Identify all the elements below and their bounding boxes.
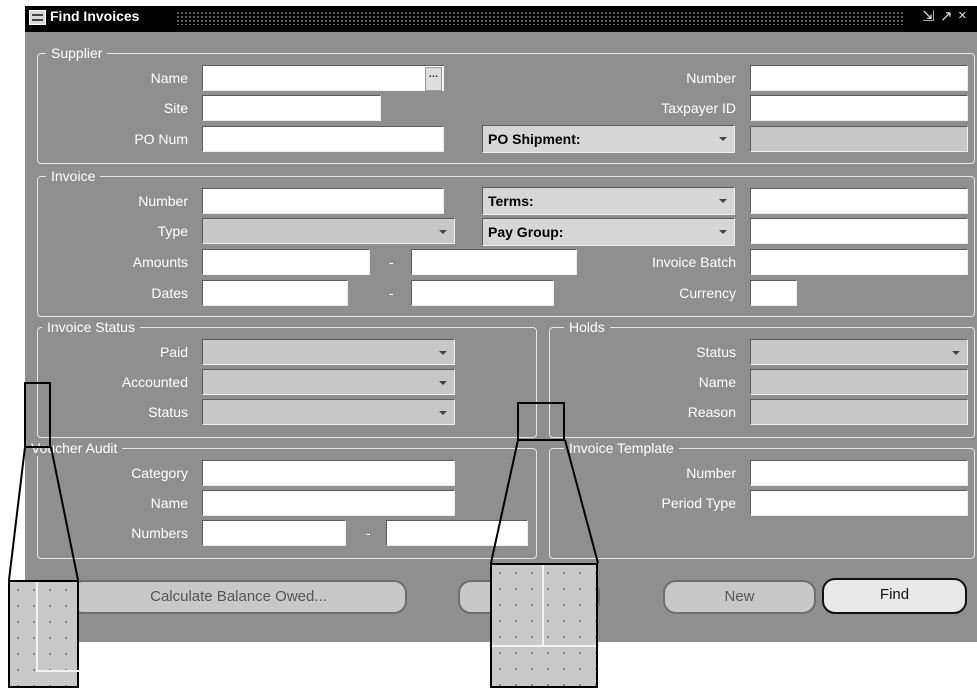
magnifier-source-box-middle [517, 402, 565, 441]
magnifier-zoom-panel-middle [490, 563, 598, 688]
magnifier-zoom-panel-left [8, 580, 79, 688]
magnifier-connector-lines [8, 439, 599, 581]
magnifier-source-box-left [24, 382, 51, 448]
